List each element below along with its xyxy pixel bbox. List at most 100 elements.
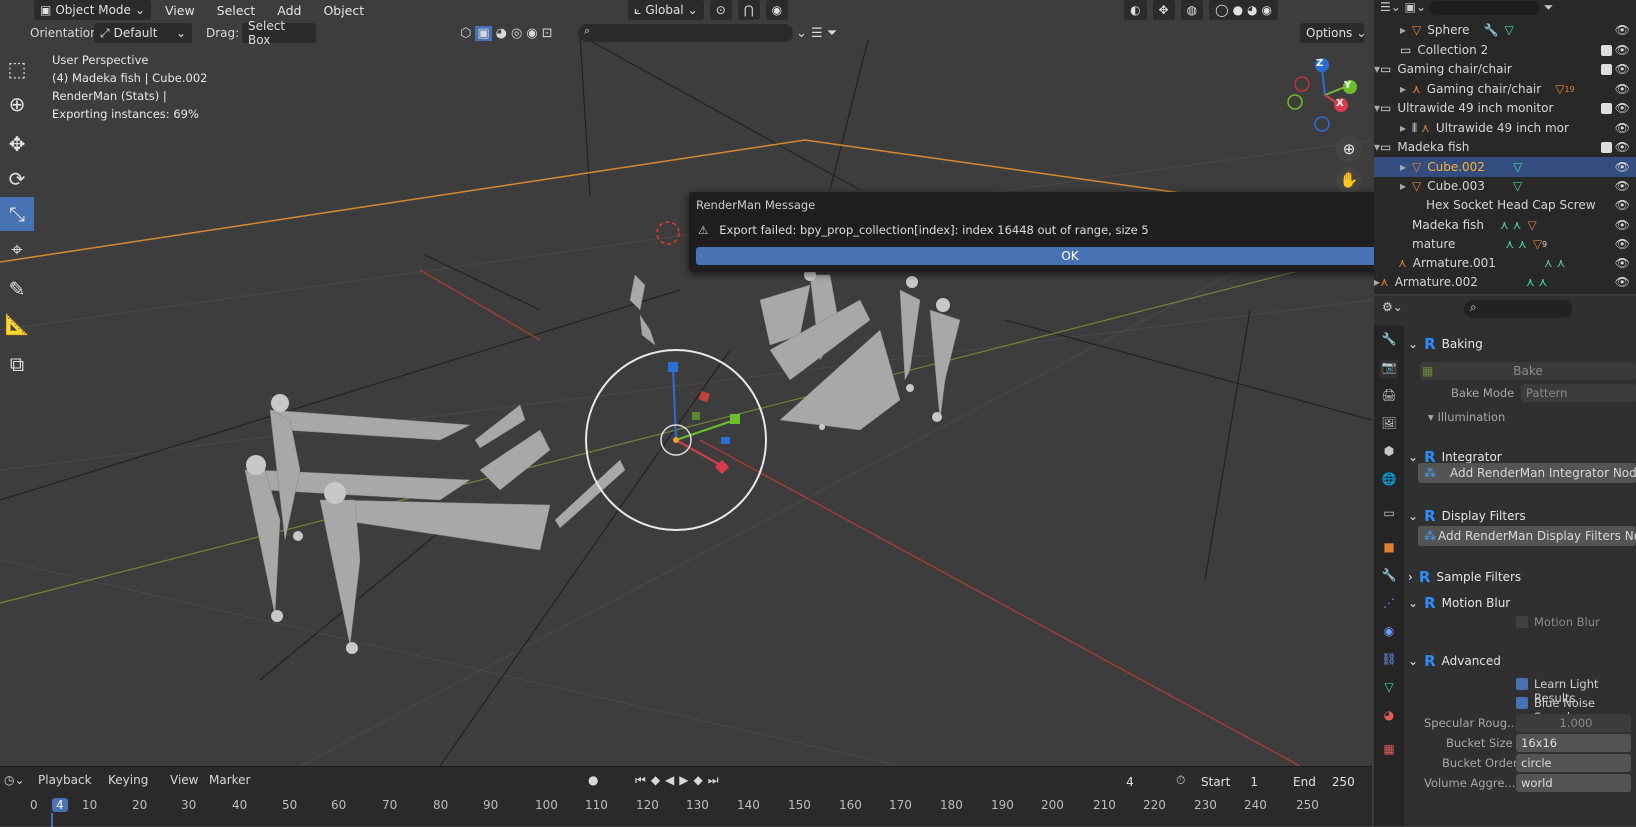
scale-tool-button[interactable]: ⤡ [0, 197, 34, 231]
playback-menu[interactable]: Playback [32, 770, 98, 790]
bake-button[interactable]: ▦ Bake [1420, 362, 1636, 380]
constraints-tab-icon[interactable]: ⛓ [1380, 652, 1398, 670]
specular-roughness-field[interactable]: 1.000 [1516, 714, 1631, 732]
viewport-search-input[interactable]: ⌕ [578, 24, 793, 42]
tool-tab-icon[interactable]: 🔧 [1380, 332, 1398, 350]
transform-orientation-dropdown[interactable]: ⟀ Global ⌄ [628, 0, 704, 20]
record-button[interactable]: ● [588, 773, 598, 787]
move-tool-button[interactable]: ✥ [0, 127, 34, 161]
view-layer-tab-icon[interactable]: 🖼 [1380, 416, 1398, 434]
exclude-checkbox[interactable] [1601, 102, 1612, 114]
eye-icon[interactable]: 👁 [1615, 256, 1630, 270]
illumination-subpanel[interactable]: ▾ Illumination [1428, 410, 1505, 424]
outliner-row[interactable]: ▸ ⋏ Gaming chair/chair ▽ 19 👁 [1374, 79, 1636, 99]
cursor-tool-button[interactable]: ⊕ [0, 87, 34, 121]
exclude-checkbox[interactable] [1601, 63, 1612, 75]
motion-blur-panel-header[interactable]: ⌄ R Motion Blur [1408, 590, 1636, 616]
expand-arrow-icon[interactable]: ▸ [1374, 179, 1412, 193]
timeline-view-menu[interactable]: View [170, 773, 198, 787]
eye-icon[interactable]: 👁 [1615, 43, 1630, 57]
add-integrator-nodetree-button[interactable]: ⁂Add RenderMan Integrator Nodetree [1418, 463, 1636, 483]
pivot-dropdown[interactable]: ⊙ [709, 0, 732, 20]
visibility-dropdown[interactable]: ◐ [1124, 0, 1147, 20]
gizmo-toggle[interactable]: ✥ [1152, 0, 1175, 20]
bake-mode-dropdown[interactable]: Pattern [1521, 384, 1636, 402]
properties-search-input[interactable]: ⌕ [1464, 300, 1572, 318]
add-cube-tool-button[interactable]: ⧉ [0, 347, 34, 381]
learn-light-checkbox[interactable] [1516, 678, 1528, 690]
rotate-tool-button[interactable]: ⟳ [0, 162, 34, 196]
expand-arrow-icon[interactable]: ▸ [1374, 23, 1412, 37]
menu-add[interactable]: Add [269, 3, 309, 18]
outliner-type-icon[interactable]: ☰⌄ [1380, 0, 1401, 14]
eye-icon[interactable]: 👁 [1615, 101, 1630, 115]
options-dropdown[interactable]: Options ⌄ [1300, 23, 1366, 43]
zoom-button[interactable]: ⊕ [1336, 136, 1362, 162]
mode-dropdown[interactable]: ▣ Object Mode ⌄ [34, 0, 151, 20]
add-display-filters-nodetree-button[interactable]: ⁂Add RenderMan Display Filters Nodetree [1418, 526, 1636, 546]
box-select-icon[interactable]: ▣ [475, 25, 492, 41]
drag-dropdown[interactable]: Select Box [242, 19, 316, 47]
volume-aggregate-field[interactable]: world [1516, 774, 1631, 792]
menu-object[interactable]: Object [315, 3, 372, 18]
render-tab-icon[interactable]: 📷 [1380, 360, 1398, 378]
collection-tab-icon[interactable]: ▭ [1380, 506, 1398, 524]
eye-icon[interactable]: 👁 [1615, 160, 1630, 174]
outliner-row[interactable]: ▸ ⫴ ⋏ Ultrawide 49 inch mor 👁 [1374, 118, 1636, 138]
outliner-row[interactable]: ⋏ Armature.001 ⋏ ⋏ 👁 [1374, 253, 1636, 273]
shading-buttons[interactable]: ◯ ● ◕ ◉ [1209, 0, 1279, 20]
outliner-row[interactable]: ▸ ⋏ Armature.002 ⋏ ⋏ 👁 [1374, 272, 1636, 292]
ok-button[interactable]: OK [696, 247, 1444, 265]
menu-view[interactable]: View [157, 3, 203, 18]
playback-controls[interactable]: ⏮◆◀▶◆⏭ [635, 773, 724, 788]
output-tab-icon[interactable]: 🖨 [1380, 388, 1398, 406]
data-tab-icon[interactable]: ▽ [1380, 680, 1398, 698]
outliner-row[interactable]: ▾ ▭ Madeka fish 👁 [1374, 137, 1636, 157]
exclude-checkbox[interactable] [1601, 141, 1612, 153]
outliner-row[interactable]: ▾ ▭ Ultrawide 49 inch monitor 👁 [1374, 98, 1636, 118]
outliner-row[interactable]: ▭ Collection 2 👁 [1374, 40, 1636, 60]
baking-panel-header[interactable]: ⌄ R Baking [1408, 331, 1636, 357]
menu-select[interactable]: Select [209, 3, 264, 18]
bucket-order-dropdown[interactable]: circle [1516, 754, 1631, 772]
eye-icon[interactable]: 👁 [1615, 179, 1630, 193]
expand-arrow-icon[interactable]: ▸ [1374, 82, 1412, 96]
outliner-row[interactable]: mature ⋏ ⋏ ▽ 9 👁 [1374, 234, 1636, 254]
transform-tool-button[interactable]: ⌖ [0, 232, 34, 266]
keying-menu[interactable]: Keying [102, 770, 155, 790]
snap-toggle[interactable]: ⋂ [737, 0, 760, 20]
editor-type-icon[interactable]: ◷⌄ [4, 773, 25, 787]
eye-icon[interactable]: 👁 [1615, 62, 1630, 76]
bucket-size-dropdown[interactable]: 16x16 [1516, 734, 1631, 752]
proportional-edit-toggle[interactable]: ◉ [765, 0, 789, 20]
filter-icon[interactable]: ⌄ ☰ ⏷ [796, 26, 837, 41]
pan-button[interactable]: ✋ [1336, 167, 1362, 193]
overlay-toggle[interactable]: ◍ [1180, 0, 1204, 20]
advanced-panel-header[interactable]: ⌄ R Advanced [1408, 648, 1636, 674]
outliner-row[interactable]: Hex Socket Head Cap Screw 👁 [1374, 195, 1636, 215]
select-mode-buttons[interactable]: ⬡ ▣ ◕ ◎ ◉ ⊡ [460, 25, 553, 41]
texture-tab-icon[interactable]: ▦ [1380, 742, 1398, 760]
motion-blur-checkbox[interactable] [1516, 616, 1528, 628]
outliner-row[interactable]: ▸ ▽ Cube.002 ▽ 👁 [1374, 157, 1636, 177]
outliner-row[interactable]: ▸ ▽ Cube.003 ▽ 👁 [1374, 176, 1636, 196]
physics-tab-icon[interactable]: ◉ [1380, 624, 1398, 642]
eye-icon[interactable]: 👁 [1615, 140, 1630, 154]
eye-icon[interactable]: 👁 [1615, 218, 1630, 232]
outliner-search-input[interactable] [1429, 0, 1540, 15]
measure-tool-button[interactable]: 📐 [0, 307, 34, 341]
world-tab-icon[interactable]: 🌐 [1380, 472, 1398, 490]
start-frame-field[interactable]: Start 1 [1195, 772, 1279, 792]
filter-icon[interactable]: ⏷ [1544, 0, 1554, 14]
particles-tab-icon[interactable]: ⋰ [1380, 596, 1398, 614]
scene-tab-icon[interactable]: ⬢ [1380, 444, 1398, 462]
expand-arrow-icon[interactable]: ▸ [1374, 121, 1412, 135]
current-frame-field[interactable]: 4 [1093, 772, 1167, 792]
marker-menu[interactable]: Marker [209, 773, 250, 787]
exclude-checkbox[interactable] [1601, 44, 1612, 56]
outliner-row[interactable]: Madeka fish ⋏ ⋏ ▽ 👁 [1374, 215, 1636, 235]
outliner-row[interactable]: ▸ ▽ Sphere 🔧 ▽ 👁 [1374, 20, 1636, 40]
eye-icon[interactable]: 👁 [1615, 275, 1630, 289]
orientation-dropdown[interactable]: ⤢ Default ⌄ [94, 23, 192, 43]
end-frame-field[interactable]: End 250 [1287, 772, 1367, 792]
